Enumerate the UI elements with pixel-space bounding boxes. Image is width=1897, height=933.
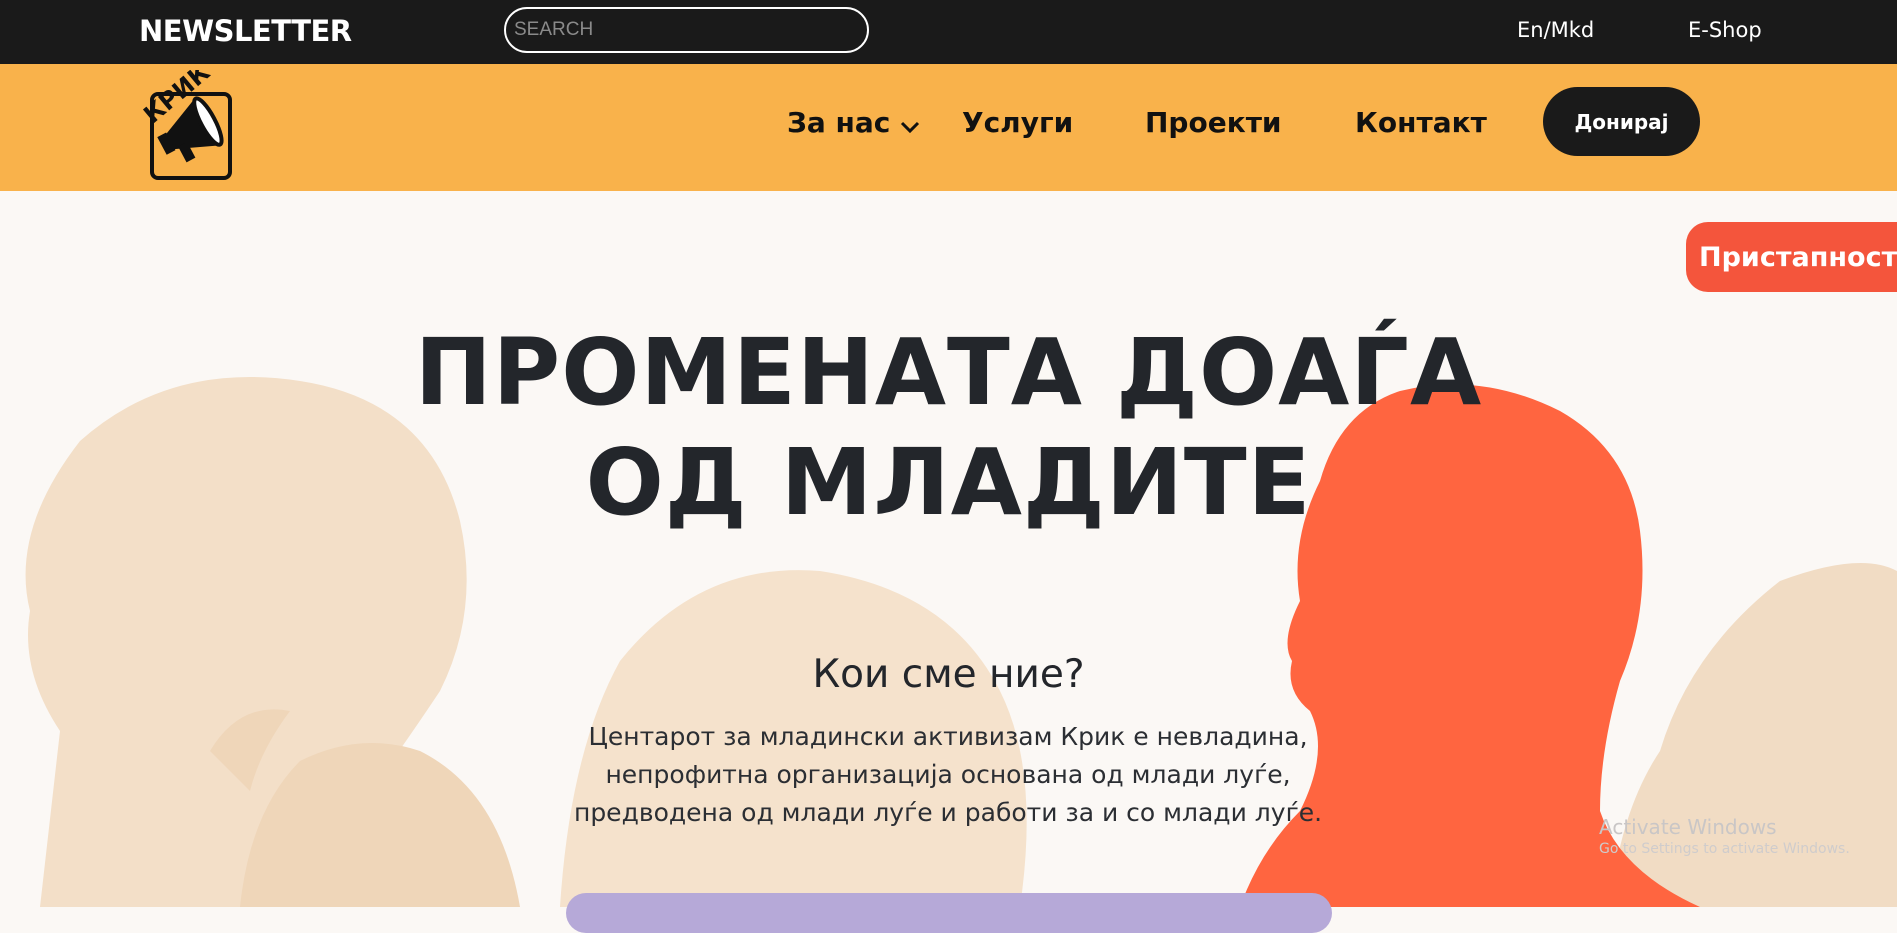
about-description: Центарот за младински активизам Крик е н… [548,718,1348,832]
description-line-2: непрофитна организација основана од млад… [605,760,1291,789]
about-subheading: Кои сме ние? [812,652,1085,697]
search-input[interactable] [504,7,869,53]
windows-activation-subtitle: Go to Settings to activate Windows. [1599,841,1850,857]
nav-item-about[interactable]: За нас [787,106,920,141]
hero-headline-line2: ОД МЛАДИТЕ [585,429,1312,536]
chevron-down-icon [900,108,920,141]
hero-headline: ПРОМЕНАТА ДОАЃА ОД МЛАДИТЕ [0,318,1897,538]
nav-item-about-label: За нас [787,106,891,139]
language-switch[interactable]: En/Mkd [1517,18,1594,42]
accessibility-button[interactable]: Пристапност [1686,222,1897,292]
windows-activation-title: Activate Windows [1599,815,1777,839]
nav-item-projects[interactable]: Проекти [1145,106,1282,139]
newsletter-link[interactable]: NEWSLETTER [139,14,352,48]
donate-button[interactable]: Донирај [1543,87,1700,156]
eshop-link[interactable]: E-Shop [1688,18,1762,42]
hero-headline-line1: ПРОМЕНАТА ДОАЃА [414,319,1483,426]
purple-card [566,893,1332,933]
description-line-1: Центарот за младински активизам Крик е н… [588,722,1308,751]
krik-logo[interactable]: КРИК [136,58,248,186]
nav-item-contact[interactable]: Контакт [1355,106,1487,139]
description-line-3: предводена од млади луѓе и работи за и с… [573,798,1323,827]
nav-item-services[interactable]: Услуги [962,106,1073,139]
